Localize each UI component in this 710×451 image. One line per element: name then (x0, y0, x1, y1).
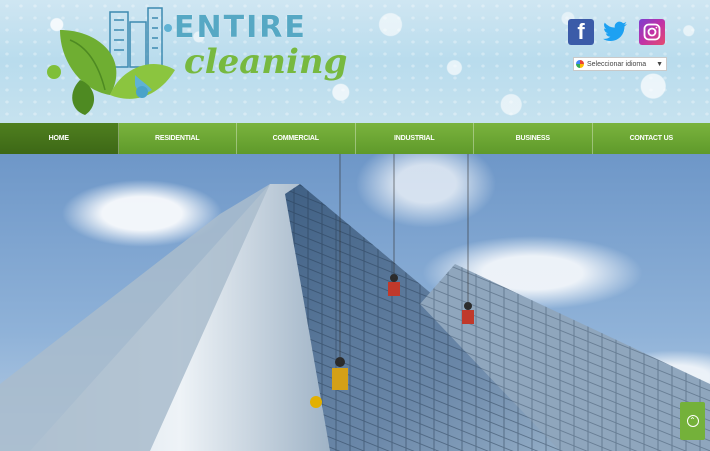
brand-name-line2[interactable]: cleaning (184, 42, 347, 82)
language-selector-label: Seleccionar idioma (587, 60, 647, 68)
nav-item-industrial[interactable]: INDUSTRIAL (356, 123, 474, 154)
google-icon (576, 60, 584, 68)
chevron-up-icon: ⌃ (686, 415, 699, 427)
chevron-down-icon: ▼ (656, 60, 663, 68)
brand-name-line1[interactable]: ENTIRE (174, 10, 307, 45)
nav-item-contact-us[interactable]: CONTACT US (593, 123, 710, 154)
scroll-to-top-button[interactable]: ⌃ (680, 402, 705, 440)
hero-building-illustration (0, 154, 710, 451)
main-nav: HOME RESIDENTIAL COMMERCIAL INDUSTRIAL B… (0, 123, 710, 154)
nav-item-business[interactable]: BUSINESS (474, 123, 593, 154)
nav-item-commercial[interactable]: COMMERCIAL (237, 123, 356, 154)
language-selector[interactable]: Seleccionar idioma ▼ (573, 57, 667, 71)
instagram-icon[interactable] (639, 19, 665, 45)
nav-item-home[interactable]: HOME (0, 123, 119, 154)
facebook-icon[interactable]: f (568, 19, 594, 45)
hero-image (0, 154, 710, 451)
nav-item-residential[interactable]: RESIDENTIAL (119, 123, 237, 154)
twitter-icon[interactable] (602, 19, 628, 45)
site-header: ENTIRE cleaning f Seleccionar idioma ▼ (0, 0, 710, 123)
